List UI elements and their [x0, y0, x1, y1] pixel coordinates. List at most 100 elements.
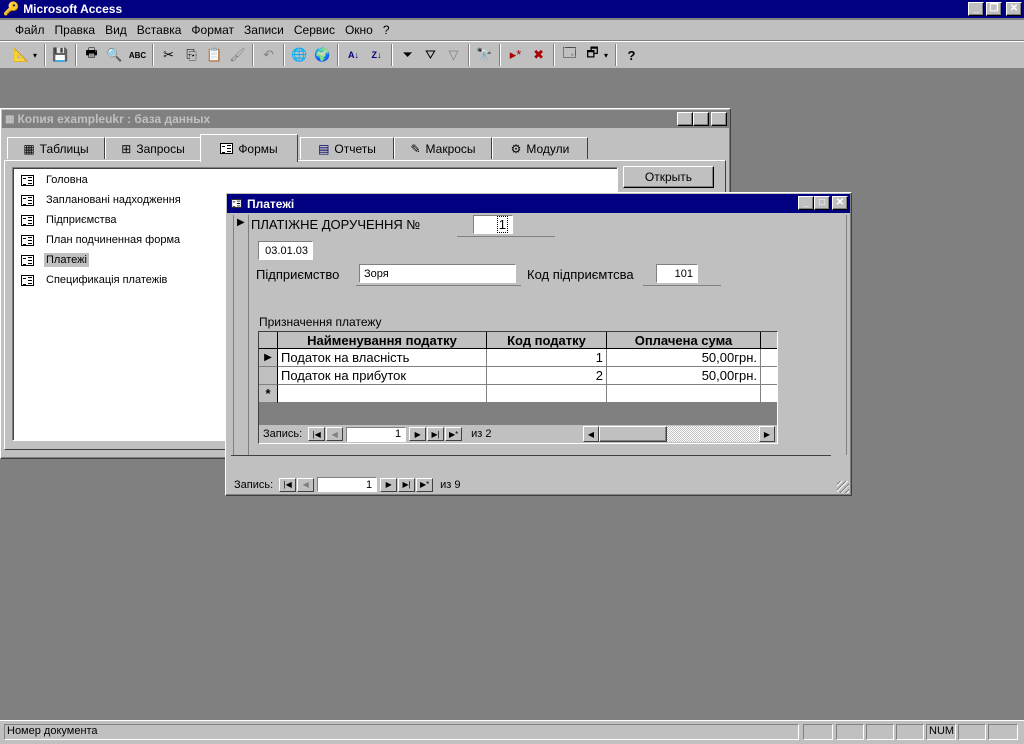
tab-macros[interactable]: ✎ Макросы [394, 137, 492, 159]
print-icon[interactable]: 🖶 [80, 44, 103, 66]
tab-tables[interactable]: ▦ Таблицы [7, 137, 105, 159]
scroll-left-button[interactable]: ◀ [583, 426, 599, 442]
print-preview-icon[interactable]: 🔍 [103, 44, 126, 66]
menu-item-format[interactable]: Формат [186, 21, 239, 39]
main-new-record-button[interactable]: ▶* [416, 477, 434, 492]
doc-number-field[interactable]: 1 [473, 215, 513, 234]
tab-forms[interactable]: Формы [200, 134, 298, 162]
db-window-title-bar[interactable]: ▦ Копия exampleukr : база данных _ □ ✕ [2, 110, 729, 128]
main-last-record-button[interactable]: ▶| [398, 477, 416, 492]
main-prev-record-button[interactable]: ◀ [297, 477, 315, 492]
paste-icon[interactable]: 📋 [203, 44, 226, 66]
db-minimize-button[interactable]: _ [677, 112, 693, 126]
column-header-tax-code[interactable]: Код податку [487, 332, 607, 349]
insert-hyperlink-icon[interactable]: 🌐 [288, 44, 311, 66]
menu-item-help[interactable]: ? [378, 21, 395, 39]
menu-item-window[interactable]: Окно [340, 21, 378, 39]
sub-first-record-button[interactable]: |◀ [308, 427, 326, 441]
app-restore-button[interactable]: ❐ [986, 2, 1002, 16]
find-icon[interactable]: 🔭 [473, 44, 496, 66]
cell-tax-code[interactable]: 1 [487, 349, 607, 367]
cell-tax-code[interactable]: 2 [487, 367, 607, 385]
menu-item-view[interactable]: Вид [100, 21, 132, 39]
cell-paid-sum-new[interactable] [607, 385, 761, 403]
cell-extra-new[interactable] [761, 385, 777, 403]
app-close-button[interactable]: ✕ [1006, 2, 1022, 16]
main-record-number-field[interactable]: 1 [317, 477, 378, 492]
form-title-bar[interactable]: Платежі _ □ ✕ [227, 194, 850, 213]
filter-by-selection-icon[interactable]: ⏷ [396, 44, 419, 66]
sub-prev-record-button[interactable]: ◀ [326, 427, 344, 441]
undo-icon[interactable]: ↶ [257, 44, 280, 66]
list-item[interactable]: Головна [21, 171, 88, 189]
menu-item-insert[interactable]: Вставка [132, 21, 187, 39]
new-record-icon[interactable]: ▸* [504, 44, 527, 66]
scroll-thumb[interactable] [599, 426, 667, 442]
menu-item-tools[interactable]: Сервис [289, 21, 340, 39]
db-close-button[interactable]: ✕ [711, 112, 727, 126]
form-minimize-button[interactable]: _ [798, 196, 814, 210]
column-header-tax-name[interactable]: Найменування податку [278, 332, 487, 349]
row-selector[interactable] [259, 367, 278, 385]
new-row-selector[interactable]: * [259, 385, 278, 403]
cell-tax-code-new[interactable] [487, 385, 607, 403]
cell-extra[interactable] [761, 367, 777, 385]
datasheet-corner[interactable] [259, 332, 278, 349]
menu-item-records[interactable]: Записи [239, 21, 289, 39]
delete-record-icon[interactable]: ✖ [527, 44, 550, 66]
list-item[interactable]: Підприємства [21, 211, 117, 229]
list-item[interactable]: Спецификація платежів [21, 271, 167, 289]
sub-horizontal-scrollbar[interactable]: ◀ ▶ [583, 426, 775, 442]
tab-modules[interactable]: ⚙ Модули [492, 137, 588, 159]
db-maximize-button[interactable]: □ [693, 112, 709, 126]
record-selector[interactable]: ▶ [233, 215, 249, 455]
copy-icon[interactable]: ⎘ [180, 44, 203, 66]
format-painter-icon[interactable]: 🖌 [226, 44, 249, 66]
sort-descending-icon[interactable]: Z↓ [365, 44, 388, 66]
database-window-icon[interactable]: 🗔 [558, 44, 581, 66]
column-header-extra[interactable] [761, 332, 777, 349]
list-item[interactable]: План подчиненная форма [21, 231, 180, 249]
spelling-icon[interactable]: ABC [126, 44, 149, 66]
apply-filter-icon[interactable]: ▽ [442, 44, 465, 66]
web-toolbar-icon[interactable]: 🌍 [311, 44, 334, 66]
new-object-icon[interactable]: 🗗 [581, 44, 604, 66]
sub-next-record-button[interactable]: ▶ [409, 427, 427, 441]
app-title-bar[interactable]: 🔑 Microsoft Access _ ❐ ✕ [0, 0, 1024, 18]
sub-new-record-button[interactable]: ▶* [445, 427, 463, 441]
design-view-icon[interactable]: 📐 [10, 44, 33, 66]
open-button[interactable]: Открыть [623, 166, 714, 188]
company-code-field[interactable]: 101 [656, 264, 698, 283]
cell-paid-sum[interactable]: 50,00грн. [607, 367, 761, 385]
date-field[interactable]: 03.01.03 [258, 241, 313, 260]
sub-record-number-field[interactable]: 1 [346, 426, 407, 442]
cell-extra[interactable] [761, 349, 777, 367]
filter-by-form-icon[interactable]: ⛛ [419, 44, 442, 66]
row-selector[interactable]: ▶ [259, 349, 278, 367]
save-icon[interactable]: 💾 [49, 44, 72, 66]
resize-grip-icon[interactable] [837, 481, 849, 493]
form-maximize-button[interactable]: □ [814, 196, 830, 210]
form-close-button[interactable]: ✕ [832, 196, 848, 210]
list-item[interactable]: Заплановані надходження [21, 191, 181, 209]
app-minimize-button[interactable]: _ [968, 2, 984, 16]
company-field[interactable]: Зоря [359, 264, 516, 283]
menu-item-file[interactable]: Файл [10, 21, 50, 39]
help-icon[interactable]: ? [620, 44, 643, 66]
main-next-record-button[interactable]: ▶ [380, 477, 398, 492]
cell-paid-sum[interactable]: 50,00грн. [607, 349, 761, 367]
sort-ascending-icon[interactable]: A↓ [342, 44, 365, 66]
tab-queries[interactable]: ⊞ Запросы [105, 137, 201, 159]
cell-tax-name[interactable]: Податок на прибуток [278, 367, 487, 385]
cut-icon[interactable]: ✂ [157, 44, 180, 66]
scroll-right-button[interactable]: ▶ [759, 426, 775, 442]
current-record-arrow-icon: ▶ [237, 217, 245, 228]
tab-reports[interactable]: ▤ Отчеты [300, 137, 394, 159]
list-item-selected[interactable]: Платежі [21, 251, 89, 269]
sub-last-record-button[interactable]: ▶| [427, 427, 445, 441]
cell-tax-name-new[interactable] [278, 385, 487, 403]
menu-item-edit[interactable]: Правка [50, 21, 101, 39]
column-header-paid-sum[interactable]: Оплачена сума [607, 332, 761, 349]
cell-tax-name[interactable]: Податок на власність [278, 349, 487, 367]
main-first-record-button[interactable]: |◀ [279, 477, 297, 492]
